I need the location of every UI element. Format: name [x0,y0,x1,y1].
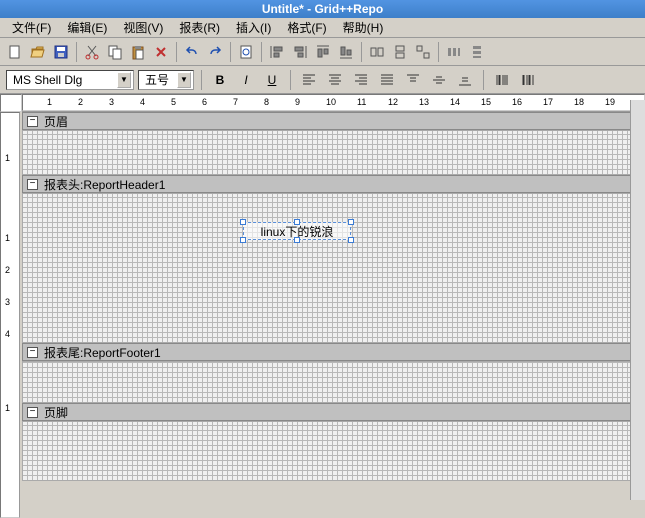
italic-button[interactable]: I [235,69,257,91]
toolbar-main [0,38,645,66]
toolbar-format: MS Shell Dlg ▼ 五号 ▼ B I U [0,66,645,94]
size-both-btn[interactable] [412,41,434,63]
size-width-btn[interactable] [366,41,388,63]
section-header-report-footer[interactable]: − 报表尾:ReportFooter1 [22,343,645,361]
design-canvas[interactable]: − 页眉 − 报表头:ReportHeader1 linux下的锐浪 − 报表尾… [20,112,645,518]
align-right-text-btn[interactable] [350,69,372,91]
valign-top-btn[interactable] [402,69,424,91]
collapse-icon[interactable]: − [27,407,38,418]
undo-button[interactable] [181,41,203,63]
textbox-selected[interactable]: linux下的锐浪 [243,222,351,240]
menu-edit[interactable]: 编辑(E) [59,17,115,38]
ruler-corner [0,94,22,112]
section-header-page-footer[interactable]: − 页脚 [22,403,645,421]
menu-help[interactable]: 帮助(H) [335,17,392,38]
align-left-btn[interactable] [266,41,288,63]
menu-report[interactable]: 报表(R) [171,17,228,38]
section-body-page-header[interactable] [22,130,645,175]
section-body-report-footer[interactable] [22,361,645,403]
section-label: 页眉 [44,113,68,130]
dropdown-icon[interactable]: ▼ [177,72,191,88]
section-label: 报表尾:ReportFooter1 [44,344,161,361]
valign-middle-btn[interactable] [428,69,450,91]
dist-v-btn[interactable] [466,41,488,63]
new-button[interactable] [4,41,26,63]
ruler-horizontal[interactable]: 12345678910111213141516171819 [22,94,645,111]
align-top-btn[interactable] [312,41,334,63]
dropdown-icon[interactable]: ▼ [117,72,131,88]
save-button[interactable] [50,41,72,63]
section-label: 报表头:ReportHeader1 [44,176,165,193]
redo-button[interactable] [204,41,226,63]
font-name-value: MS Shell Dlg [9,73,117,87]
align-left-text-btn[interactable] [298,69,320,91]
collapse-icon[interactable]: − [27,347,38,358]
resize-handle-ne[interactable] [348,219,354,225]
section-body-page-footer[interactable] [22,421,645,481]
resize-handle-se[interactable] [348,237,354,243]
cut-button[interactable] [81,41,103,63]
barcode-btn[interactable] [491,69,513,91]
preview-button[interactable] [235,41,257,63]
copy-button[interactable] [104,41,126,63]
section-header-page-header[interactable]: − 页眉 [22,112,645,130]
paste-button[interactable] [127,41,149,63]
font-name-combo[interactable]: MS Shell Dlg ▼ [6,70,134,90]
window-titlebar: Untitle* - Grid++Repo [0,0,645,18]
menu-file[interactable]: 文件(F) [4,17,59,38]
align-bottom-btn[interactable] [335,41,357,63]
font-size-value: 五号 [141,71,177,88]
vertical-scrollbar[interactable] [630,100,645,500]
menu-format[interactable]: 格式(F) [279,17,334,38]
section-label: 页脚 [44,404,68,421]
align-center-text-btn[interactable] [324,69,346,91]
delete-button[interactable] [150,41,172,63]
font-size-combo[interactable]: 五号 ▼ [138,70,194,90]
underline-button[interactable]: U [261,69,283,91]
ruler-horizontal-row: 12345678910111213141516171819 [0,94,645,112]
dist-h-btn[interactable] [443,41,465,63]
workarea: 112341 − 页眉 − 报表头:ReportHeader1 linux下的锐… [0,112,645,518]
menubar: 文件(F) 编辑(E) 视图(V) 报表(R) 插入(I) 格式(F) 帮助(H… [0,18,645,38]
resize-handle-s[interactable] [294,237,300,243]
ruler-vertical[interactable]: 112341 [0,112,20,518]
section-body-report-header[interactable]: linux下的锐浪 [22,193,645,343]
size-height-btn[interactable] [389,41,411,63]
barcode2-btn[interactable] [517,69,539,91]
menu-insert[interactable]: 插入(I) [228,17,279,38]
valign-bottom-btn[interactable] [454,69,476,91]
resize-handle-sw[interactable] [240,237,246,243]
collapse-icon[interactable]: − [27,179,38,190]
resize-handle-n[interactable] [294,219,300,225]
align-right-btn[interactable] [289,41,311,63]
open-button[interactable] [27,41,49,63]
collapse-icon[interactable]: − [27,116,38,127]
bold-button[interactable]: B [209,69,231,91]
align-justify-text-btn[interactable] [376,69,398,91]
resize-handle-nw[interactable] [240,219,246,225]
section-header-report-header[interactable]: − 报表头:ReportHeader1 [22,175,645,193]
menu-view[interactable]: 视图(V) [115,17,171,38]
